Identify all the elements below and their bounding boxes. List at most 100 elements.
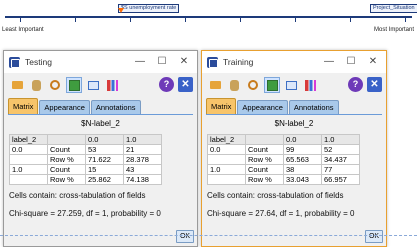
axis-tick <box>75 18 76 22</box>
table-row: 1.0 Count 38 77 <box>207 164 360 175</box>
app-icon <box>207 56 218 68</box>
maximize-button[interactable]: ☐ <box>340 51 362 73</box>
axis-tick <box>405 18 406 22</box>
help-icon[interactable]: ? <box>348 77 363 92</box>
table-cell: Count <box>245 164 284 175</box>
least-important-label: Least Important <box>2 27 44 33</box>
title-bar[interactable]: Training — ☐ ✕ <box>202 51 386 73</box>
column-header: label_2 <box>207 134 246 145</box>
table-cell: Row % <box>245 174 284 185</box>
table-cell: 66.957 <box>321 174 360 185</box>
table-row: 0.0 Count 99 52 <box>207 144 360 155</box>
table-row: Row % 25.862 74.138 <box>9 174 162 185</box>
axis-tick <box>240 18 241 22</box>
table-cell: 0.0 <box>9 144 48 155</box>
minimize-button[interactable]: — <box>129 51 151 73</box>
tile-icon[interactable] <box>66 77 82 93</box>
database-icon[interactable] <box>226 77 242 93</box>
maximize-button[interactable]: ☐ <box>151 51 173 73</box>
table-cell: 53 <box>85 144 124 155</box>
testing-window: Testing — ☐ ✕ ? ✕ Matrix Appearance Anno… <box>3 50 198 247</box>
chart-icon[interactable] <box>302 77 318 93</box>
tab-appearance[interactable]: Appearance <box>237 100 288 114</box>
table-row: 1.0 Count 15 43 <box>9 164 162 175</box>
app-icon <box>9 56 20 68</box>
column-header: 1.0 <box>123 134 162 145</box>
refresh-icon[interactable] <box>47 77 63 93</box>
window-close-button[interactable]: ✕ <box>362 51 384 73</box>
column-header: 0.0 <box>85 134 124 145</box>
most-important-label: Most Important <box>373 27 414 33</box>
dashboard-icon[interactable] <box>85 77 101 93</box>
table-cell: 21 <box>123 144 162 155</box>
field-chip-project[interactable]: Project_Situation <box>370 4 417 13</box>
table-cell <box>9 174 48 185</box>
table-cell: 1.0 <box>9 164 48 175</box>
table-cell: Row % <box>245 154 284 165</box>
toolbar: ? ✕ <box>4 75 197 95</box>
table-cell: 65.563 <box>283 154 322 165</box>
table-row: Row % 71.622 28.378 <box>9 154 162 165</box>
cells-note: Cells contain: cross-tabulation of field… <box>207 191 344 200</box>
help-icon[interactable]: ? <box>159 77 174 92</box>
table-cell: 33.043 <box>283 174 322 185</box>
table-cell: 0.0 <box>207 144 246 155</box>
table-cell: 77 <box>321 164 360 175</box>
table-cell <box>207 154 246 165</box>
table-cell: 34.437 <box>321 154 360 165</box>
axis-tick <box>130 18 131 22</box>
matrix-panel: $N-label_2 label_2 0.0 1.0 0.0 Count 53 … <box>8 114 193 218</box>
dashboard-icon[interactable] <box>283 77 299 93</box>
column-header: 0.0 <box>283 134 322 145</box>
table-cell <box>207 174 246 185</box>
table-cell: 1.0 <box>207 164 246 175</box>
window-close-button[interactable]: ✕ <box>173 51 195 73</box>
axis-tick <box>295 18 296 22</box>
tab-appearance[interactable]: Appearance <box>39 100 90 114</box>
table-cell: Count <box>245 144 284 155</box>
matrix-panel: $N-label_2 label_2 0.0 1.0 0.0 Count 99 … <box>206 114 382 218</box>
column-header <box>47 134 86 145</box>
tab-bar: Matrix Appearance Annotations <box>206 98 340 114</box>
database-icon[interactable] <box>28 77 44 93</box>
axis-tick <box>20 18 21 22</box>
ok-button[interactable]: OK <box>365 230 383 243</box>
chi-square-text: Chi-square = 27.64, df = 1, probability … <box>207 209 355 218</box>
toolbar: ? ✕ <box>202 75 386 95</box>
table-cell: Row % <box>47 154 86 165</box>
connection-line <box>0 235 417 236</box>
column-header: 1.0 <box>321 134 360 145</box>
folder-icon[interactable] <box>9 77 25 93</box>
table-cell: 25.862 <box>85 174 124 185</box>
column-header <box>245 134 284 145</box>
tab-annotations[interactable]: Annotations <box>90 100 141 114</box>
table-cell: 74.138 <box>123 174 162 185</box>
marker-icon <box>118 8 124 13</box>
table-cell: 15 <box>85 164 124 175</box>
table-cell: 52 <box>321 144 360 155</box>
tab-annotations[interactable]: Annotations <box>288 100 339 114</box>
table-cell: Count <box>47 144 86 155</box>
close-icon[interactable]: ✕ <box>367 77 382 92</box>
crosstab-table: label_2 0.0 1.0 0.0 Count 99 52 Row % 65… <box>207 134 360 185</box>
tab-matrix[interactable]: Matrix <box>8 98 39 114</box>
table-cell <box>9 154 48 165</box>
title-bar[interactable]: Testing — ☐ ✕ <box>4 51 197 73</box>
cells-note: Cells contain: cross-tabulation of field… <box>9 191 146 200</box>
window-title: Testing <box>25 57 52 67</box>
field-chip-unemployment[interactable]: $S unemployment rate <box>118 4 180 13</box>
importance-strip: $S unemployment rate Project_Situation L… <box>0 0 417 34</box>
chart-icon[interactable] <box>104 77 120 93</box>
window-title: Training <box>223 57 254 67</box>
refresh-icon[interactable] <box>245 77 261 93</box>
minimize-button[interactable]: — <box>318 51 340 73</box>
table-cell: 28.378 <box>123 154 162 165</box>
close-icon[interactable]: ✕ <box>178 77 193 92</box>
folder-icon[interactable] <box>207 77 223 93</box>
tab-matrix[interactable]: Matrix <box>206 98 237 114</box>
column-header: label_2 <box>9 134 48 145</box>
ok-button[interactable]: OK <box>176 230 194 243</box>
tile-icon[interactable] <box>264 77 280 93</box>
table-cell: 99 <box>283 144 322 155</box>
tab-bar: Matrix Appearance Annotations <box>8 98 142 114</box>
